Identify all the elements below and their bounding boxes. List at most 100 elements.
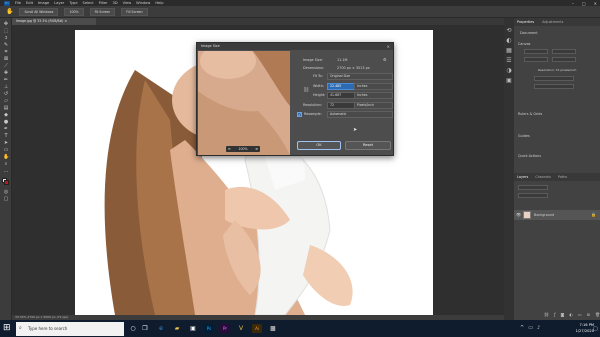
premiere-taskbar-icon[interactable]: Pr xyxy=(220,324,230,333)
adjustment-layer-icon[interactable]: ◐ xyxy=(569,312,573,317)
canvas-x-field[interactable] xyxy=(552,49,576,54)
quick-mask-icon[interactable]: ◎ xyxy=(3,190,9,195)
clone-stamp-tool-icon[interactable]: ⊥ xyxy=(3,85,9,90)
resample-checkbox[interactable]: ✓ xyxy=(297,112,302,117)
swatches-panel-icon[interactable]: ▦ xyxy=(506,48,512,54)
zoom-in-icon[interactable]: ⊕ xyxy=(255,147,258,151)
brush-tool-icon[interactable]: ✏ xyxy=(3,78,9,83)
color-panel-icon[interactable]: ◐ xyxy=(506,38,512,44)
menu-filter[interactable]: Filter xyxy=(99,1,108,5)
tab-adjustments[interactable]: Adjustments xyxy=(542,20,563,24)
menu-file[interactable]: File xyxy=(15,1,21,5)
more-tools-icon[interactable]: … xyxy=(3,169,9,174)
fit-screen-button[interactable]: Fit Screen xyxy=(89,7,116,16)
menu-image[interactable]: Image xyxy=(38,1,49,5)
scroll-all-windows-button[interactable]: Scroll All Windows xyxy=(19,7,59,16)
group-icon[interactable]: ▭ xyxy=(578,312,582,317)
hand-icon[interactable]: ✋ xyxy=(3,155,9,160)
zoom-100-button[interactable]: 100% xyxy=(64,7,84,16)
reset-button[interactable]: Reset xyxy=(345,141,391,150)
canvas-height-field[interactable] xyxy=(524,57,548,62)
move-tool-icon[interactable]: ✥ xyxy=(3,22,9,27)
tab-properties[interactable]: Properties xyxy=(517,20,534,24)
minimize-icon[interactable]: – xyxy=(572,1,574,6)
taskbar-clock[interactable]: 7:16 PM 1/27/2020 xyxy=(560,322,594,336)
history-panel-icon[interactable]: ⟲ xyxy=(506,28,512,34)
link-layers-icon[interactable]: ⛓ xyxy=(544,312,549,317)
height-input[interactable]: 41.667 xyxy=(327,92,356,99)
menu-layer[interactable]: Layer xyxy=(54,1,64,5)
pen-tool-icon[interactable]: ✒ xyxy=(3,127,9,132)
eraser-tool-icon[interactable]: ▱ xyxy=(3,99,9,104)
styles-panel-icon[interactable]: ▣ xyxy=(506,78,512,84)
marquee-tool-icon[interactable]: ⬚ xyxy=(3,29,9,34)
resample-select[interactable]: Automatic xyxy=(327,111,393,118)
fit-to-select[interactable]: Original Size xyxy=(327,73,393,80)
width-input[interactable]: 22.485 xyxy=(327,83,356,90)
width-unit-select[interactable]: Inches xyxy=(354,83,393,90)
fill-select[interactable] xyxy=(534,84,574,89)
menu-select[interactable]: Select xyxy=(83,1,94,5)
lasso-tool-icon[interactable]: ↄ xyxy=(3,36,9,41)
menu-type[interactable]: Type xyxy=(69,1,77,5)
trash-icon[interactable]: 🗑 xyxy=(595,312,600,317)
dodge-tool-icon[interactable]: ● xyxy=(3,120,9,125)
new-layer-icon[interactable]: ⊞ xyxy=(587,312,590,317)
visibility-eye-icon[interactable]: 👁 xyxy=(516,212,521,217)
mask-icon[interactable]: ◙ xyxy=(561,312,565,317)
adjustments-panel-icon[interactable]: ◑ xyxy=(506,68,512,74)
frame-tool-icon[interactable]: ⊠ xyxy=(3,57,9,62)
blend-mode-select[interactable] xyxy=(518,193,548,198)
zoom-tool-icon[interactable]: ⌕ xyxy=(3,162,9,167)
rectangle-tool-icon[interactable]: ▭ xyxy=(3,148,9,153)
height-unit-select[interactable]: Inches xyxy=(354,92,393,99)
layer-row[interactable]: 👁 Background 🔒 xyxy=(514,210,600,220)
tab-layers[interactable]: Layers xyxy=(517,175,528,179)
libraries-panel-icon[interactable]: ☰ xyxy=(506,58,512,64)
taskbar-search-input[interactable]: Type here to search xyxy=(16,322,124,336)
volume-icon[interactable]: ♪ xyxy=(537,325,540,331)
layer-filter-field[interactable] xyxy=(518,185,548,190)
healing-brush-tool-icon[interactable]: ✚ xyxy=(3,71,9,76)
zoom-out-icon[interactable]: ⊖ xyxy=(228,147,231,151)
dialog-close-icon[interactable]: × xyxy=(387,44,390,49)
document-tab[interactable]: Image.jpg @ 33.3% (RGB/8#) × xyxy=(12,18,96,25)
illustrator-taskbar-icon[interactable]: Ai xyxy=(252,324,262,333)
notifications-icon[interactable]: ▢ xyxy=(593,326,598,332)
network-icon[interactable]: ▭ xyxy=(528,325,533,331)
tab-paths[interactable]: Paths xyxy=(558,175,567,179)
mode-select[interactable] xyxy=(534,76,574,81)
canvas-y-field[interactable] xyxy=(552,57,576,62)
menu-view[interactable]: View xyxy=(123,1,132,5)
crop-tool-icon[interactable]: ⌗ xyxy=(3,50,9,55)
background-color-swatch[interactable] xyxy=(4,180,9,185)
file-explorer-icon[interactable]: ▰ xyxy=(172,324,182,333)
image-preview[interactable]: ⊖ 100% ⊕ xyxy=(198,51,290,155)
windows-start-icon[interactable]: ⊞ xyxy=(3,324,12,333)
app-v-icon[interactable]: V xyxy=(236,324,246,333)
ok-button[interactable]: OK xyxy=(297,141,341,150)
quick-select-tool-icon[interactable]: ✎ xyxy=(3,43,9,48)
tray-chevron-icon[interactable]: ^ xyxy=(520,325,524,331)
resolution-input[interactable]: 72 xyxy=(327,102,356,109)
constrain-proportions-link-icon[interactable]: ⛓ xyxy=(303,87,309,93)
type-tool-icon[interactable]: T xyxy=(3,134,9,139)
cortana-icon[interactable]: ○ xyxy=(128,324,138,333)
settings-gear-icon[interactable]: ⚙ xyxy=(383,57,387,62)
gradient-tool-icon[interactable]: ▤ xyxy=(3,106,9,111)
edge-browser-icon[interactable]: e xyxy=(156,324,166,333)
photoshop-taskbar-icon[interactable]: Ps xyxy=(204,324,214,333)
menu-help[interactable]: Help xyxy=(155,1,163,5)
task-view-icon[interactable]: ❐ xyxy=(140,324,150,333)
close-window-icon[interactable]: ✕ xyxy=(594,1,597,6)
fill-screen-button[interactable]: Fill Screen xyxy=(121,7,148,16)
history-brush-tool-icon[interactable]: ↺ xyxy=(3,92,9,97)
fx-icon[interactable]: ƒ xyxy=(554,312,555,317)
screen-mode-icon[interactable]: ▢ xyxy=(3,197,9,202)
maximize-icon[interactable]: □ xyxy=(582,1,586,6)
store-icon[interactable]: ▣ xyxy=(188,324,198,333)
blur-tool-icon[interactable]: ◆ xyxy=(3,113,9,118)
tab-channels[interactable]: Channels xyxy=(535,175,551,179)
menu-edit[interactable]: Edit xyxy=(26,1,33,5)
menu-window[interactable]: Window xyxy=(136,1,150,5)
